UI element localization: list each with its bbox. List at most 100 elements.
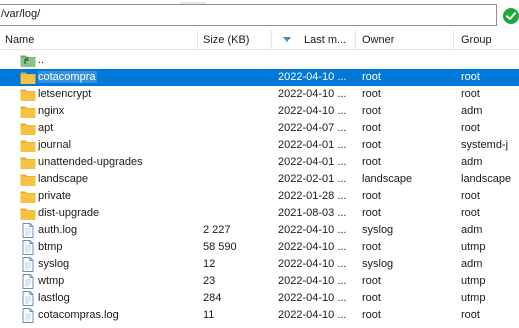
folder-icon: [20, 104, 36, 119]
file-name: auth.log: [38, 224, 78, 236]
file-row[interactable]: nginx 2022-04-10 ... root adm: [0, 103, 519, 120]
folder-icon: [20, 138, 36, 153]
file-size: 284: [203, 292, 222, 304]
column-name[interactable]: Name: [0, 30, 198, 50]
sort-descending-icon: [283, 37, 291, 42]
folder-icon: [20, 70, 36, 85]
file-row[interactable]: landscape 2022-02-01 ... landscape landscap…: [0, 171, 519, 188]
file-modified: 2021-08-03 ...: [278, 207, 347, 219]
file-name: dist-upgrade: [38, 207, 100, 219]
file-owner: root: [362, 207, 381, 219]
file-modified: 2022-04-10 ...: [278, 224, 347, 236]
file-group: adm: [461, 258, 483, 270]
file-group: root: [461, 122, 480, 134]
file-owner: root: [362, 71, 381, 83]
file-name: apt: [38, 122, 54, 134]
column-owner[interactable]: Owner: [356, 30, 454, 50]
file-modified: 2022-04-10 ...: [278, 275, 347, 287]
column-name-label: Name: [5, 34, 35, 46]
column-owner-label: Owner: [362, 34, 395, 46]
file-icon: [20, 274, 36, 289]
file-group: systemd-j: [461, 139, 509, 151]
file-owner: root: [362, 275, 381, 287]
file-row[interactable]: apt 2022-04-07 ... root root: [0, 120, 519, 137]
column-modified-label: Last m...: [304, 34, 347, 46]
file-group: utmp: [461, 275, 486, 287]
file-name: nginx: [38, 105, 65, 117]
file-name: cotacompra: [38, 71, 98, 83]
file-row[interactable]: syslog 12 2022-04-10 ... syslog adm: [0, 256, 519, 273]
file-group: root: [461, 207, 480, 219]
file-modified: 2022-04-07 ...: [278, 122, 347, 134]
file-size: 2 227: [203, 224, 231, 236]
file-size: 11: [203, 309, 215, 321]
file-row[interactable]: auth.log 2 227 2022-04-10 ... syslog adm: [0, 222, 519, 239]
file-owner: syslog: [362, 258, 394, 270]
file-name: letsencrypt: [38, 88, 92, 100]
file-group: adm: [461, 224, 483, 236]
file-name: lastlog: [38, 292, 70, 304]
column-size[interactable]: Size (KB): [198, 30, 272, 50]
file-list: .. cotacompra 2022-04-10 ... root root letsen…: [0, 52, 519, 324]
file-group: adm: [461, 156, 483, 168]
file-owner: root: [362, 241, 381, 253]
file-modified: 2022-01-28 ...: [278, 190, 347, 202]
folder-icon: [20, 155, 36, 170]
path-input[interactable]: /var/log/: [0, 4, 497, 26]
folder-icon: [20, 189, 36, 204]
file-group: adm: [461, 105, 483, 117]
file-name: landscape: [38, 173, 89, 185]
file-row[interactable]: dist-upgrade 2021-08-03 ... root root: [0, 205, 519, 222]
file-row[interactable]: cotacompras.log 11 2022-04-10 ... root root: [0, 307, 519, 324]
column-group[interactable]: Group: [454, 30, 519, 50]
file-modified: 2022-04-10 ...: [278, 88, 347, 100]
file-name: syslog: [38, 258, 70, 270]
file-modified: 2022-04-10 ...: [278, 309, 347, 321]
file-name: journal: [38, 139, 72, 151]
file-group: root: [461, 71, 480, 83]
file-row[interactable]: ..: [0, 52, 519, 69]
file-group: utmp: [461, 292, 486, 304]
file-row[interactable]: private 2022-01-28 ... root root: [0, 188, 519, 205]
folder-icon: [20, 121, 36, 136]
file-owner: root: [362, 156, 381, 168]
file-size: 12: [203, 258, 216, 270]
file-group: landscape: [461, 173, 512, 185]
file-owner: root: [362, 309, 381, 321]
file-modified: 2022-02-01 ...: [278, 173, 347, 185]
folder-icon: [20, 206, 36, 221]
file-name: private: [38, 190, 72, 202]
file-name: cotacompras.log: [38, 309, 119, 321]
file-group: root: [461, 309, 480, 321]
file-owner: root: [362, 190, 381, 202]
file-row[interactable]: unattended-upgrades 2022-04-01 ... root adm: [0, 154, 519, 171]
file-owner: root: [362, 292, 381, 304]
file-icon: [20, 257, 36, 272]
file-modified: 2022-04-10 ...: [278, 71, 347, 83]
column-header: Name Size (KB) Last m... Owner Group: [0, 30, 519, 50]
file-icon: [20, 223, 36, 238]
column-group-label: Group: [461, 34, 492, 46]
file-row[interactable]: wtmp 23 2022-04-10 ... root utmp: [0, 273, 519, 290]
file-owner: root: [362, 105, 381, 117]
file-row[interactable]: btmp 58 590 2022-04-10 ... root utmp: [0, 239, 519, 256]
file-row[interactable]: journal 2022-04-01 ... root systemd-j: [0, 137, 519, 154]
column-size-label: Size (KB): [203, 34, 250, 46]
file-modified: 2022-04-10 ...: [278, 292, 347, 304]
check-icon[interactable]: [503, 8, 519, 24]
file-icon: [20, 308, 36, 323]
file-row[interactable]: letsencrypt 2022-04-10 ... root root: [0, 86, 519, 103]
file-owner: landscape: [362, 173, 413, 185]
file-row[interactable]: cotacompra 2022-04-10 ... root root: [0, 69, 519, 86]
file-owner: root: [362, 122, 381, 134]
file-row[interactable]: lastlog 284 2022-04-10 ... root utmp: [0, 290, 519, 307]
column-modified[interactable]: Last m...: [272, 30, 356, 50]
file-size: 23: [203, 275, 216, 287]
file-name: ..: [38, 54, 45, 66]
file-group: utmp: [461, 241, 486, 253]
file-modified: 2022-04-01 ...: [278, 139, 347, 151]
file-owner: syslog: [362, 224, 394, 236]
path-bar: /var/log/: [0, 2, 519, 27]
file-owner: root: [362, 88, 381, 100]
folder-icon: [20, 172, 36, 187]
